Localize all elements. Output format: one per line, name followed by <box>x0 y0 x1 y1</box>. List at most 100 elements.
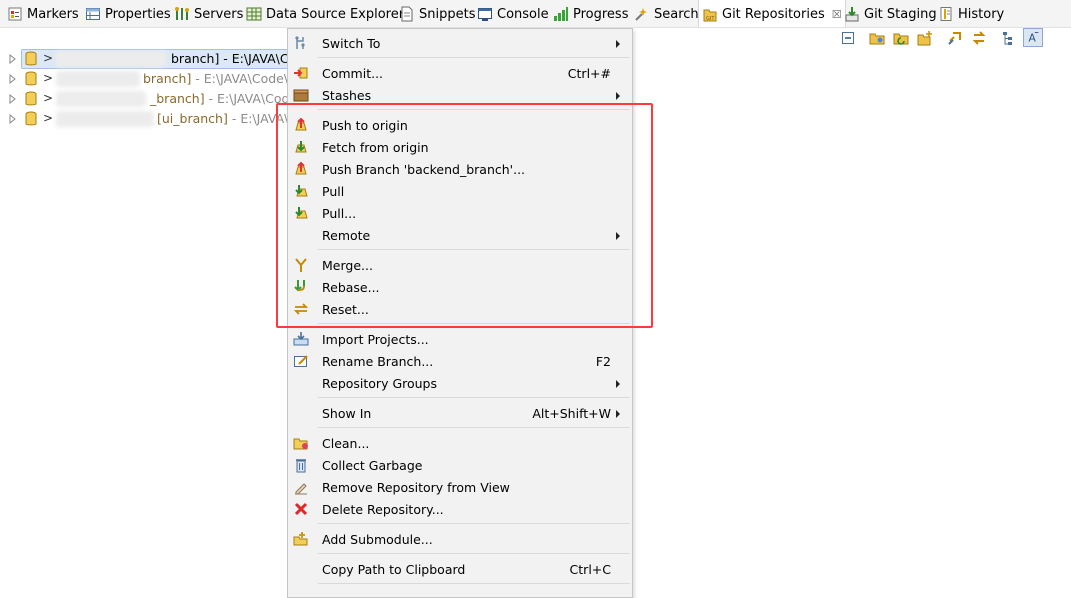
view-menu-icon[interactable]: A <box>1023 28 1043 47</box>
menu-item-label: Push to origin <box>322 118 408 133</box>
menu-item-delete-repository[interactable]: Delete Repository... <box>288 498 632 520</box>
redacted-name <box>56 111 154 127</box>
menu-separator <box>318 323 630 324</box>
link-with-selection-icon[interactable] <box>947 30 963 46</box>
menu-item-label: Fetch from origin <box>322 140 429 155</box>
tab-label: Progress <box>573 6 629 22</box>
tab-data-source-explorer[interactable]: Data Source Explorer <box>243 0 407 27</box>
menu-item-pull[interactable]: Pull <box>288 180 632 202</box>
data-source-explorer-icon <box>246 7 262 21</box>
menu-item-push-to-origin[interactable]: Push to origin <box>288 114 632 136</box>
expand-arrow-icon[interactable] <box>9 114 17 124</box>
push-branch-icon <box>295 161 307 175</box>
stashes-icon <box>293 89 309 102</box>
tab-label: Snippets <box>419 6 476 22</box>
menu-item-fetch-from-origin[interactable]: Fetch from origin <box>288 136 632 158</box>
menu-item-import-projects[interactable]: Import Projects... <box>288 328 632 350</box>
menu-item-label: Pull <box>322 184 345 199</box>
menu-item-push-branch[interactable]: Push Branch 'backend_branch'... <box>288 158 632 180</box>
tab-git-repositories[interactable]: GIT Git Repositories ☒ <box>698 0 846 27</box>
redacted-name <box>56 71 140 87</box>
menu-item-label: Rebase... <box>322 280 380 295</box>
sync-icon[interactable] <box>971 30 987 46</box>
servers-icon <box>175 7 189 20</box>
menu-item-label: Rename Branch... <box>322 354 434 369</box>
menu-separator <box>318 523 630 524</box>
tab-properties[interactable]: Properties <box>82 0 174 27</box>
tree-prefix: > <box>43 51 54 65</box>
menu-item-copy-path[interactable]: Copy Path to Clipboard Ctrl+C <box>288 558 632 580</box>
expand-arrow-icon[interactable] <box>9 74 17 84</box>
progress-icon <box>554 7 568 21</box>
tab-search[interactable]: Search <box>631 0 702 27</box>
expand-arrow-icon[interactable] <box>9 54 17 64</box>
branch-name: _branch] <box>150 91 205 106</box>
menu-item-repository-groups[interactable]: Repository Groups <box>288 372 632 394</box>
menu-item-reset[interactable]: Reset... <box>288 298 632 320</box>
menu-item-rebase[interactable]: Rebase... <box>288 276 632 298</box>
tab-servers[interactable]: Servers <box>171 0 246 27</box>
menu-item-commit[interactable]: Commit... Ctrl+# <box>288 62 632 84</box>
menu-item-shortcut: F2 <box>595 354 611 369</box>
push-to-origin-icon <box>295 117 307 131</box>
repository-icon <box>25 71 37 86</box>
create-repo-icon[interactable] <box>917 30 933 46</box>
tab-markers[interactable]: Markers <box>4 0 82 27</box>
menu-item-label: Repository Groups <box>322 376 438 391</box>
tree-row-label: branch] - E:\JAVA\Code\ <box>143 71 288 86</box>
menu-item-show-in[interactable]: Show In Alt+Shift+W <box>288 402 632 424</box>
tree-row-repository[interactable]: > branch] - E:\JAVA\Co <box>0 49 301 69</box>
tab-label: Data Source Explorer <box>266 6 405 22</box>
tab-history[interactable]: History <box>935 0 1007 27</box>
menu-item-pull-dialog[interactable]: Pull... <box>288 202 632 224</box>
search-icon <box>635 8 647 21</box>
menu-item-label: Push Branch 'backend_branch'... <box>322 162 526 177</box>
menu-item-label: Import Projects... <box>322 332 429 347</box>
menu-item-label: Show In <box>322 406 372 421</box>
menu-item-add-submodule[interactable]: Add Submodule... <box>288 528 632 550</box>
tree-row-repository[interactable]: > [ui_branch] - E:\JAVA\Co <box>0 109 305 129</box>
merge-icon <box>295 258 307 272</box>
menu-separator <box>318 583 630 584</box>
tab-console[interactable]: Console <box>474 0 552 27</box>
clone-repo-icon[interactable] <box>893 30 909 46</box>
tab-snippets[interactable]: Snippets <box>396 0 478 27</box>
menu-item-label: Reset... <box>322 302 369 317</box>
menu-item-label: Commit... <box>322 66 384 81</box>
submenu-arrow-icon <box>616 410 620 418</box>
submenu-arrow-icon <box>616 232 620 240</box>
add-existing-repo-icon[interactable] <box>869 30 885 46</box>
tree-row-repository[interactable]: > _branch] - E:\JAVA\Cod <box>0 89 300 109</box>
menu-separator <box>318 553 630 554</box>
repository-icon <box>25 51 37 66</box>
menu-item-collect-garbage[interactable]: Collect Garbage <box>288 454 632 476</box>
submenu-arrow-icon <box>616 40 620 48</box>
menu-item-remove-repository[interactable]: Remove Repository from View <box>288 476 632 498</box>
tree-row-label: _branch] - E:\JAVA\Cod <box>150 91 289 106</box>
collapse-all-icon[interactable] <box>840 30 856 46</box>
delete-repository-icon <box>294 502 308 516</box>
properties-icon <box>86 8 100 20</box>
menu-item-label: Remove Repository from View <box>322 480 510 495</box>
menu-separator <box>318 109 630 110</box>
tab-progress[interactable]: Progress <box>550 0 631 27</box>
tab-git-staging[interactable]: Git Staging <box>841 0 940 27</box>
repository-icon <box>25 111 37 126</box>
menu-item-remote[interactable]: Remote <box>288 224 632 246</box>
tab-label: Search <box>654 6 699 22</box>
tab-label: Console <box>497 6 549 22</box>
menu-item-shortcut: Alt+Shift+W <box>532 406 611 421</box>
menu-item-stashes[interactable]: Stashes <box>288 84 632 106</box>
menu-item-clean[interactable]: Clean... <box>288 432 632 454</box>
clean-icon <box>293 438 308 450</box>
tree-view-icon[interactable] <box>1001 30 1017 46</box>
markers-icon <box>8 7 22 21</box>
expand-arrow-icon[interactable] <box>9 94 17 104</box>
menu-separator <box>318 249 630 250</box>
tab-label: Markers <box>27 6 79 22</box>
tree-row-repository[interactable]: > branch] - E:\JAVA\Code\ <box>0 69 300 89</box>
menu-item-merge[interactable]: Merge... <box>288 254 632 276</box>
menu-item-label: Pull... <box>322 206 357 221</box>
menu-item-switch-to[interactable]: Switch To <box>288 32 632 54</box>
menu-item-rename-branch[interactable]: Rename Branch... F2 <box>288 350 632 372</box>
